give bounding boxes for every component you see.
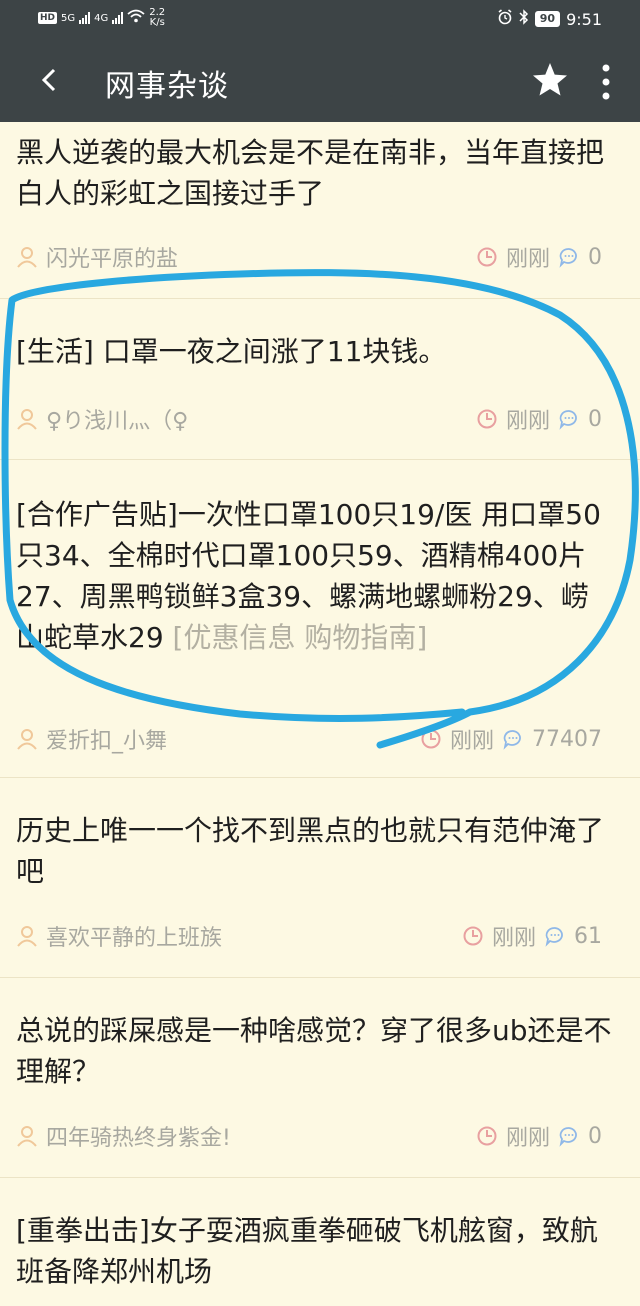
page-title: 网事杂谈 — [105, 69, 229, 104]
network-speed: 2.2 K/s — [149, 8, 165, 28]
signal-label-1: 5G — [61, 12, 76, 24]
post-time: 刚刚 — [505, 1126, 550, 1151]
author-name: ♀り浅川灬（♀ — [46, 409, 189, 434]
post-title: [重拳出击]女子耍酒疯重拳砸破飞机舷窗，致航班备降郑州机场 — [16, 1214, 598, 1288]
clock-icon — [476, 1125, 498, 1147]
post-title: [合作广告贴]一次性口罩100只19/医 用口罩50只34、全棉时代口罩100只… — [16, 494, 616, 658]
comment-icon — [558, 1125, 580, 1147]
post-stats: 刚刚 77407 — [420, 723, 602, 755]
status-left: HD 5G 4G 2.2 K/s — [38, 8, 165, 28]
user-icon — [16, 1125, 38, 1147]
comment-count: 0 — [588, 406, 602, 432]
post-title: 黑人逆袭的最大机会是不是在南非，当年直接把白人的彩虹之国接过手了 — [16, 136, 605, 210]
post-stats: 刚刚 0 — [476, 403, 602, 435]
post-author: 喜欢平静的上班族 — [16, 920, 222, 952]
list-item[interactable]: 总说的踩屎感是一种啥感觉？穿了很多ub还是不理解？ 四年骑热终身紫金! 刚刚 0 — [0, 978, 640, 1178]
bluetooth-icon — [519, 9, 529, 29]
comment-icon — [544, 925, 566, 947]
post-meta: ♀り浅川灬（♀ 刚刚 0 — [0, 403, 640, 435]
back-icon[interactable] — [36, 60, 66, 100]
post-time: 刚刚 — [491, 926, 536, 951]
star-icon[interactable] — [530, 60, 570, 100]
network-speed-unit: K/s — [149, 17, 165, 28]
list-item[interactable]: [重拳出击]女子耍酒疯重拳砸破飞机舷窗，致航班备降郑州机场 — [0, 1178, 640, 1306]
post-stats: 刚刚 0 — [476, 241, 602, 273]
list-item[interactable]: [生活] 口罩一夜之间涨了11块钱。 ♀り浅川灬（♀ 刚刚 0 — [0, 299, 640, 460]
status-right: 90 9:51 — [497, 9, 602, 29]
signal-label-2: 4G — [94, 12, 109, 24]
battery-icon: 90 — [534, 11, 561, 27]
comment-icon — [558, 408, 580, 430]
comment-count: 0 — [588, 244, 602, 270]
post-time: 刚刚 — [505, 409, 550, 434]
post-time: 刚刚 — [449, 729, 494, 754]
post-author: ♀り浅川灬（♀ — [16, 403, 188, 435]
author-name: 爱折扣_小舞 — [46, 729, 168, 754]
comment-icon — [558, 246, 580, 268]
more-icon[interactable] — [596, 62, 616, 102]
author-name: 喜欢平静的上班族 — [46, 926, 223, 951]
clock-icon — [420, 728, 442, 750]
post-stats: 刚刚 61 — [462, 920, 602, 952]
post-time: 刚刚 — [505, 247, 550, 272]
list-item[interactable]: [合作广告贴]一次性口罩100只19/医 用口罩50只34、全棉时代口罩100只… — [0, 460, 640, 778]
user-icon — [16, 246, 38, 268]
post-title: [生活] 口罩一夜之间涨了11块钱。 — [16, 335, 447, 368]
post-meta: 爱折扣_小舞 刚刚 77407 — [0, 723, 640, 755]
hd-badge: HD — [38, 12, 58, 24]
user-icon — [16, 408, 38, 430]
app-bar: 网事杂谈 — [0, 40, 640, 122]
post-author: 爱折扣_小舞 — [16, 723, 167, 755]
comment-count: 77407 — [532, 726, 602, 752]
post-stats: 刚刚 0 — [476, 1120, 602, 1152]
post-author: 四年骑热终身紫金! — [16, 1120, 231, 1152]
author-name: 闪光平原的盐 — [46, 247, 179, 272]
list-item[interactable]: 黑人逆袭的最大机会是不是在南非，当年直接把白人的彩虹之国接过手了 闪光平原的盐 … — [0, 122, 640, 299]
comment-count: 61 — [574, 923, 602, 949]
list-item[interactable]: 历史上唯一一个找不到黑点的也就只有范仲淹了吧 喜欢平静的上班族 刚刚 61 — [0, 778, 640, 978]
post-title: 历史上唯一一个找不到黑点的也就只有范仲淹了吧 — [16, 814, 605, 888]
comment-icon — [502, 728, 524, 750]
post-title: 总说的踩屎感是一种啥感觉？穿了很多ub还是不理解？ — [16, 1014, 612, 1088]
clock-icon — [476, 408, 498, 430]
alarm-icon — [497, 9, 513, 29]
author-name: 四年骑热终身紫金! — [46, 1126, 231, 1151]
signal-bars-1-icon — [79, 12, 91, 24]
user-icon — [16, 925, 38, 947]
user-icon — [16, 728, 38, 750]
comment-count: 0 — [588, 1123, 602, 1149]
clock-icon — [462, 925, 484, 947]
signal-bars-2-icon — [112, 12, 124, 24]
clock-time: 9:51 — [566, 9, 602, 29]
post-meta: 闪光平原的盐 刚刚 0 — [0, 241, 640, 273]
clock-icon — [476, 246, 498, 268]
post-author: 闪光平原的盐 — [16, 241, 178, 273]
wifi-icon — [127, 9, 145, 27]
post-meta: 喜欢平静的上班族 刚刚 61 — [0, 920, 640, 952]
status-bar: HD 5G 4G 2.2 K/s 90 9:51 — [0, 0, 640, 40]
post-category-tag: [优惠信息 购物指南] — [163, 621, 428, 654]
post-meta: 四年骑热终身紫金! 刚刚 0 — [0, 1120, 640, 1152]
